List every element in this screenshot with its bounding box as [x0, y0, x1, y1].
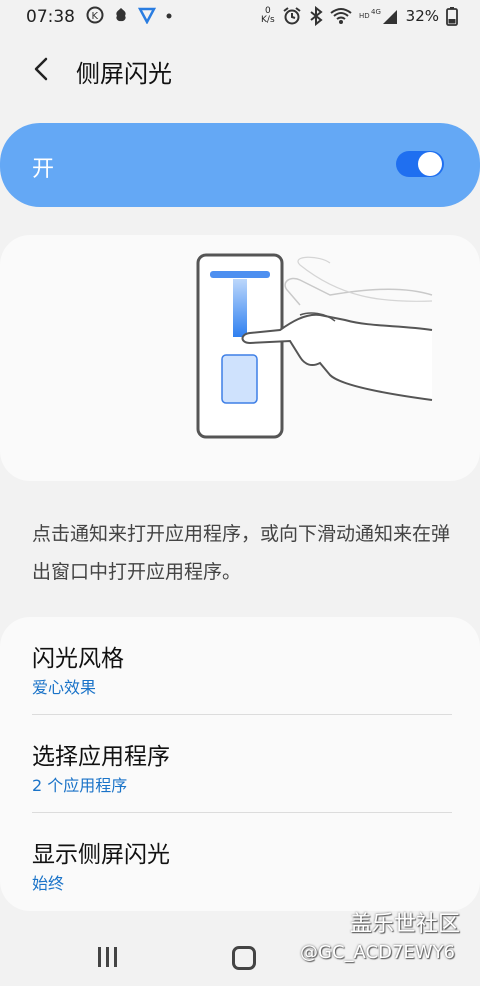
- svg-text:4G: 4G: [371, 8, 381, 16]
- recent-apps-icon[interactable]: [98, 947, 117, 967]
- battery-icon: [446, 7, 458, 26]
- page-title: 侧屏闪光: [76, 60, 172, 88]
- net-speed-unit: K/s: [261, 15, 275, 25]
- alarm-icon: [283, 7, 301, 25]
- wifi-icon: [330, 8, 352, 24]
- setting-value: 2 个应用程序: [32, 776, 128, 795]
- status-bar: 07:38 K 0 K/s HD 4G 32%: [0, 0, 480, 34]
- setting-value: 始终: [32, 874, 65, 893]
- description-text: 点击通知来打开应用程序，或向下滑动通知来在弹出窗口中打开应用程序。: [32, 523, 451, 583]
- setting-row-flash-style[interactable]: 闪光风格 爱心效果: [0, 617, 480, 715]
- setting-title: 显示侧屏闪光: [32, 842, 170, 868]
- dot-icon: [166, 13, 172, 19]
- net-speed: 0 K/s: [261, 7, 275, 25]
- back-arrow-icon[interactable]: [26, 54, 56, 84]
- master-switch-label: 开: [32, 157, 55, 182]
- battery-percent: 32%: [405, 7, 439, 25]
- settings-card: 闪光风格 爱心效果 选择应用程序 2 个应用程序 显示侧屏闪光 始终: [0, 617, 480, 911]
- bluetooth-icon: [310, 6, 323, 26]
- home-icon[interactable]: [232, 946, 256, 970]
- setting-value: 爱心效果: [32, 678, 97, 697]
- watermark-brand: 盖乐世社区: [350, 912, 461, 937]
- setting-row-show-edge-lighting[interactable]: 显示侧屏闪光 始终: [0, 813, 480, 911]
- status-time: 07:38: [26, 7, 75, 27]
- svg-text:HD: HD: [359, 12, 370, 20]
- signal-icon: HD 4G: [359, 8, 397, 24]
- setting-title: 闪光风格: [32, 646, 124, 672]
- watermark-user: @GC_ACD7EWY6: [300, 942, 456, 963]
- vpn-icon: [138, 7, 156, 24]
- app-icon: [116, 8, 126, 22]
- system-icons: 0 K/s HD 4G 32%: [261, 6, 458, 26]
- k-circle-icon: K: [86, 6, 104, 24]
- notification-icons: K: [86, 6, 174, 24]
- master-switch-row[interactable]: 开: [0, 123, 480, 207]
- setting-row-select-apps[interactable]: 选择应用程序 2 个应用程序: [0, 715, 480, 813]
- svg-text:K: K: [92, 11, 99, 22]
- edge-lighting-illustration: [0, 235, 480, 481]
- page-header: 侧屏闪光: [0, 40, 480, 102]
- master-toggle[interactable]: [396, 151, 444, 177]
- setting-title: 选择应用程序: [32, 744, 170, 770]
- phone-swipe-illustration: [196, 253, 433, 439]
- toggle-knob: [418, 152, 442, 176]
